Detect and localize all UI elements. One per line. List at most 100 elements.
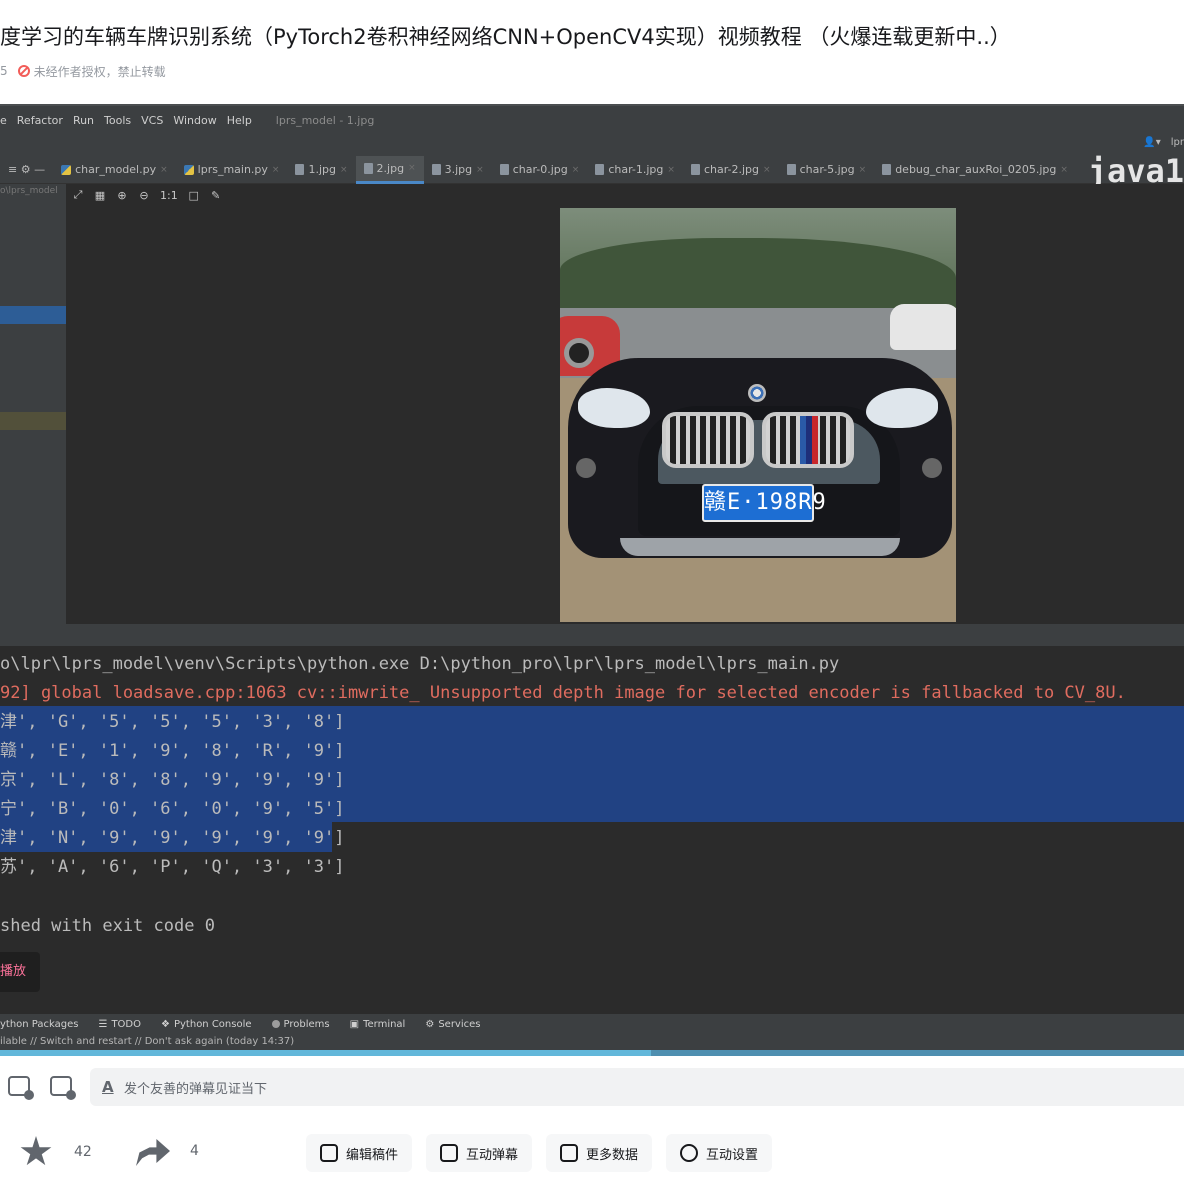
tool-todo[interactable]: ☰ TODO xyxy=(98,1019,141,1030)
image-toolbar: ⤢ ▦ ⊕ ⊖ 1:1 □ ✎ xyxy=(72,186,222,204)
result-line: 苏', 'A', '6', 'P', 'Q', '3', '3'] xyxy=(0,857,345,877)
ide-menubar: e Refactor Run Tools VCS Window Help lpr… xyxy=(0,104,1184,134)
zoom-out-icon[interactable]: ⊖ xyxy=(138,189,150,202)
console-exit-line: shed with exit code 0 xyxy=(0,916,215,936)
close-icon[interactable]: × xyxy=(476,165,484,175)
photo-white-car xyxy=(890,304,956,350)
editor-tab[interactable]: char-0.jpg × xyxy=(492,156,588,184)
play-button[interactable]: 播放 xyxy=(0,952,40,992)
danmaku-settings-icon[interactable] xyxy=(50,1076,76,1100)
page-title: 度学习的车辆车牌识别系统（PyTorch2卷积神经网络CNN+OpenCV4实现… xyxy=(0,25,1011,49)
tool-services[interactable]: ⚙ Services xyxy=(425,1019,480,1030)
button-label: 更多数据 xyxy=(586,1147,639,1163)
console-header xyxy=(0,624,1184,646)
interactive-settings-button[interactable]: 互动设置 xyxy=(666,1134,773,1172)
menu-window[interactable]: Window xyxy=(173,114,216,127)
user-icon[interactable]: 👤▾ xyxy=(1143,137,1160,148)
danmaku-toggle-icon[interactable] xyxy=(8,1076,34,1100)
close-icon[interactable]: × xyxy=(1060,165,1068,175)
editor-tab[interactable]: 2.jpg × xyxy=(355,155,424,184)
project-title: lprs_model - 1.jpg xyxy=(275,113,375,127)
menu-run[interactable]: Run xyxy=(73,114,94,127)
star-icon xyxy=(20,1136,52,1166)
tool-label: Terminal xyxy=(363,1018,406,1030)
interactive-danmaku-button[interactable]: 互动弹幕 xyxy=(426,1134,533,1172)
menu-vcs[interactable]: VCS xyxy=(141,114,163,127)
tool-python-packages[interactable]: ython Packages xyxy=(0,1019,78,1030)
eyedropper-icon[interactable]: ✎ xyxy=(210,189,222,202)
more-data-button[interactable]: 更多数据 xyxy=(546,1134,653,1172)
editor-tab-label: debug_char_auxRoi_0205.jpg xyxy=(895,163,1057,176)
image-file-icon xyxy=(295,164,305,175)
tool-python-console[interactable]: ❖ Python Console xyxy=(161,1019,252,1030)
menu-edit[interactable]: e xyxy=(0,114,7,127)
editor-tab[interactable]: char-2.jpg × xyxy=(683,156,779,184)
background-icon[interactable]: □ xyxy=(188,189,200,202)
grid-icon[interactable]: ▦ xyxy=(94,189,106,202)
danmaku-icon xyxy=(440,1144,458,1162)
close-icon[interactable]: × xyxy=(763,165,771,175)
menu-tools[interactable]: Tools xyxy=(104,114,131,127)
button-label: 编辑稿件 xyxy=(346,1147,399,1163)
menu-refactor[interactable]: Refactor xyxy=(17,114,63,127)
close-icon[interactable]: × xyxy=(408,163,416,173)
danmaku-input[interactable]: A 发个友善的弹幕见证当下 xyxy=(90,1068,1184,1106)
actual-size-button[interactable]: 1:1 xyxy=(160,189,178,202)
result-line: 宁', 'B', '0', '6', '0', '9', '5'] xyxy=(0,799,345,819)
editor-tab[interactable]: char-5.jpg × xyxy=(779,156,875,184)
action-row: 42 4 编辑稿件 互动弹幕 更多数据 互动设置 xyxy=(0,1126,1184,1180)
danmaku-bar: A 发个友善的弹幕见证当下 xyxy=(0,1060,1184,1112)
tool-label: TODO xyxy=(111,1018,142,1030)
tool-problems[interactable]: Problems xyxy=(271,1018,330,1030)
project-path: o\lprs_model xyxy=(0,186,58,196)
run-config[interactable]: lpr xyxy=(1171,137,1184,148)
editor-tab[interactable]: char_model.py × xyxy=(53,156,176,184)
video-player[interactable]: e Refactor Run Tools VCS Window Help lpr… xyxy=(0,104,1184,1056)
zoom-in-icon[interactable]: ⊕ xyxy=(116,189,128,202)
image-file-icon xyxy=(786,164,796,175)
edit-manuscript-button[interactable]: 编辑稿件 xyxy=(306,1134,413,1172)
editor-tab-label: char-0.jpg xyxy=(512,163,568,176)
menu-help[interactable]: Help xyxy=(227,114,252,127)
editor-tab[interactable]: lprs_main.py × xyxy=(176,156,288,184)
copyright-notice: 未经作者授权，禁止转载 xyxy=(33,64,166,79)
share-button[interactable]: 4 xyxy=(136,1136,199,1166)
result-line: 京', 'L', '8', '8', '9', '9', '9'] xyxy=(0,770,345,790)
todo-icon: ☰ xyxy=(98,1018,108,1030)
close-icon[interactable]: × xyxy=(859,165,867,175)
fit-icon[interactable]: ⤢ xyxy=(72,188,84,202)
chart-icon xyxy=(560,1144,578,1162)
image-file-icon xyxy=(363,162,373,174)
editor-tab[interactable]: char-1.jpg × xyxy=(587,156,683,184)
editor-tab[interactable]: 3.jpg × xyxy=(424,156,492,184)
console-command: o\lpr\lprs_model\venv\Scripts\python.exe… xyxy=(0,654,840,674)
close-icon[interactable]: × xyxy=(340,165,348,175)
tab-settings-icon[interactable]: ≡ ⚙ — xyxy=(0,156,53,184)
video-progress-fill xyxy=(0,1050,652,1056)
text-style-icon[interactable]: A xyxy=(102,1078,118,1096)
editor-tab-label: 1.jpg xyxy=(308,163,336,176)
image-file-icon xyxy=(431,164,441,175)
close-icon[interactable]: × xyxy=(572,165,580,175)
editor-tab-label: 3.jpg xyxy=(444,163,473,176)
editor-tab[interactable]: 1.jpg × xyxy=(287,156,355,184)
problems-icon xyxy=(271,1020,280,1028)
tabs-host: char_model.py × lprs_main.py × 1.jpg × 2.jpg × 3… xyxy=(53,155,1076,184)
run-console: o\lpr\lprs_model\venv\Scripts\python.exe… xyxy=(0,646,1184,1012)
tool-label: Python Console xyxy=(173,1018,252,1030)
project-selected-row[interactable] xyxy=(0,306,66,324)
close-icon[interactable]: × xyxy=(667,165,675,175)
tool-terminal[interactable]: ▣ Terminal xyxy=(350,1019,406,1030)
favorite-button[interactable]: 42 xyxy=(20,1136,92,1168)
share-count: 4 xyxy=(190,1143,199,1159)
video-progress-bar[interactable] xyxy=(0,1050,1184,1056)
car-grille-right xyxy=(762,412,854,468)
close-icon[interactable]: × xyxy=(272,165,280,175)
tool-label: Problems xyxy=(283,1018,330,1030)
car-foglight-left xyxy=(576,458,596,478)
editor-tab[interactable]: debug_char_auxRoi_0205.jpg × xyxy=(874,156,1076,184)
close-icon[interactable]: × xyxy=(160,165,168,175)
tool-label: ython Packages xyxy=(0,1018,79,1030)
project-highlighted-row[interactable] xyxy=(0,412,66,430)
settings-icon xyxy=(680,1144,698,1162)
